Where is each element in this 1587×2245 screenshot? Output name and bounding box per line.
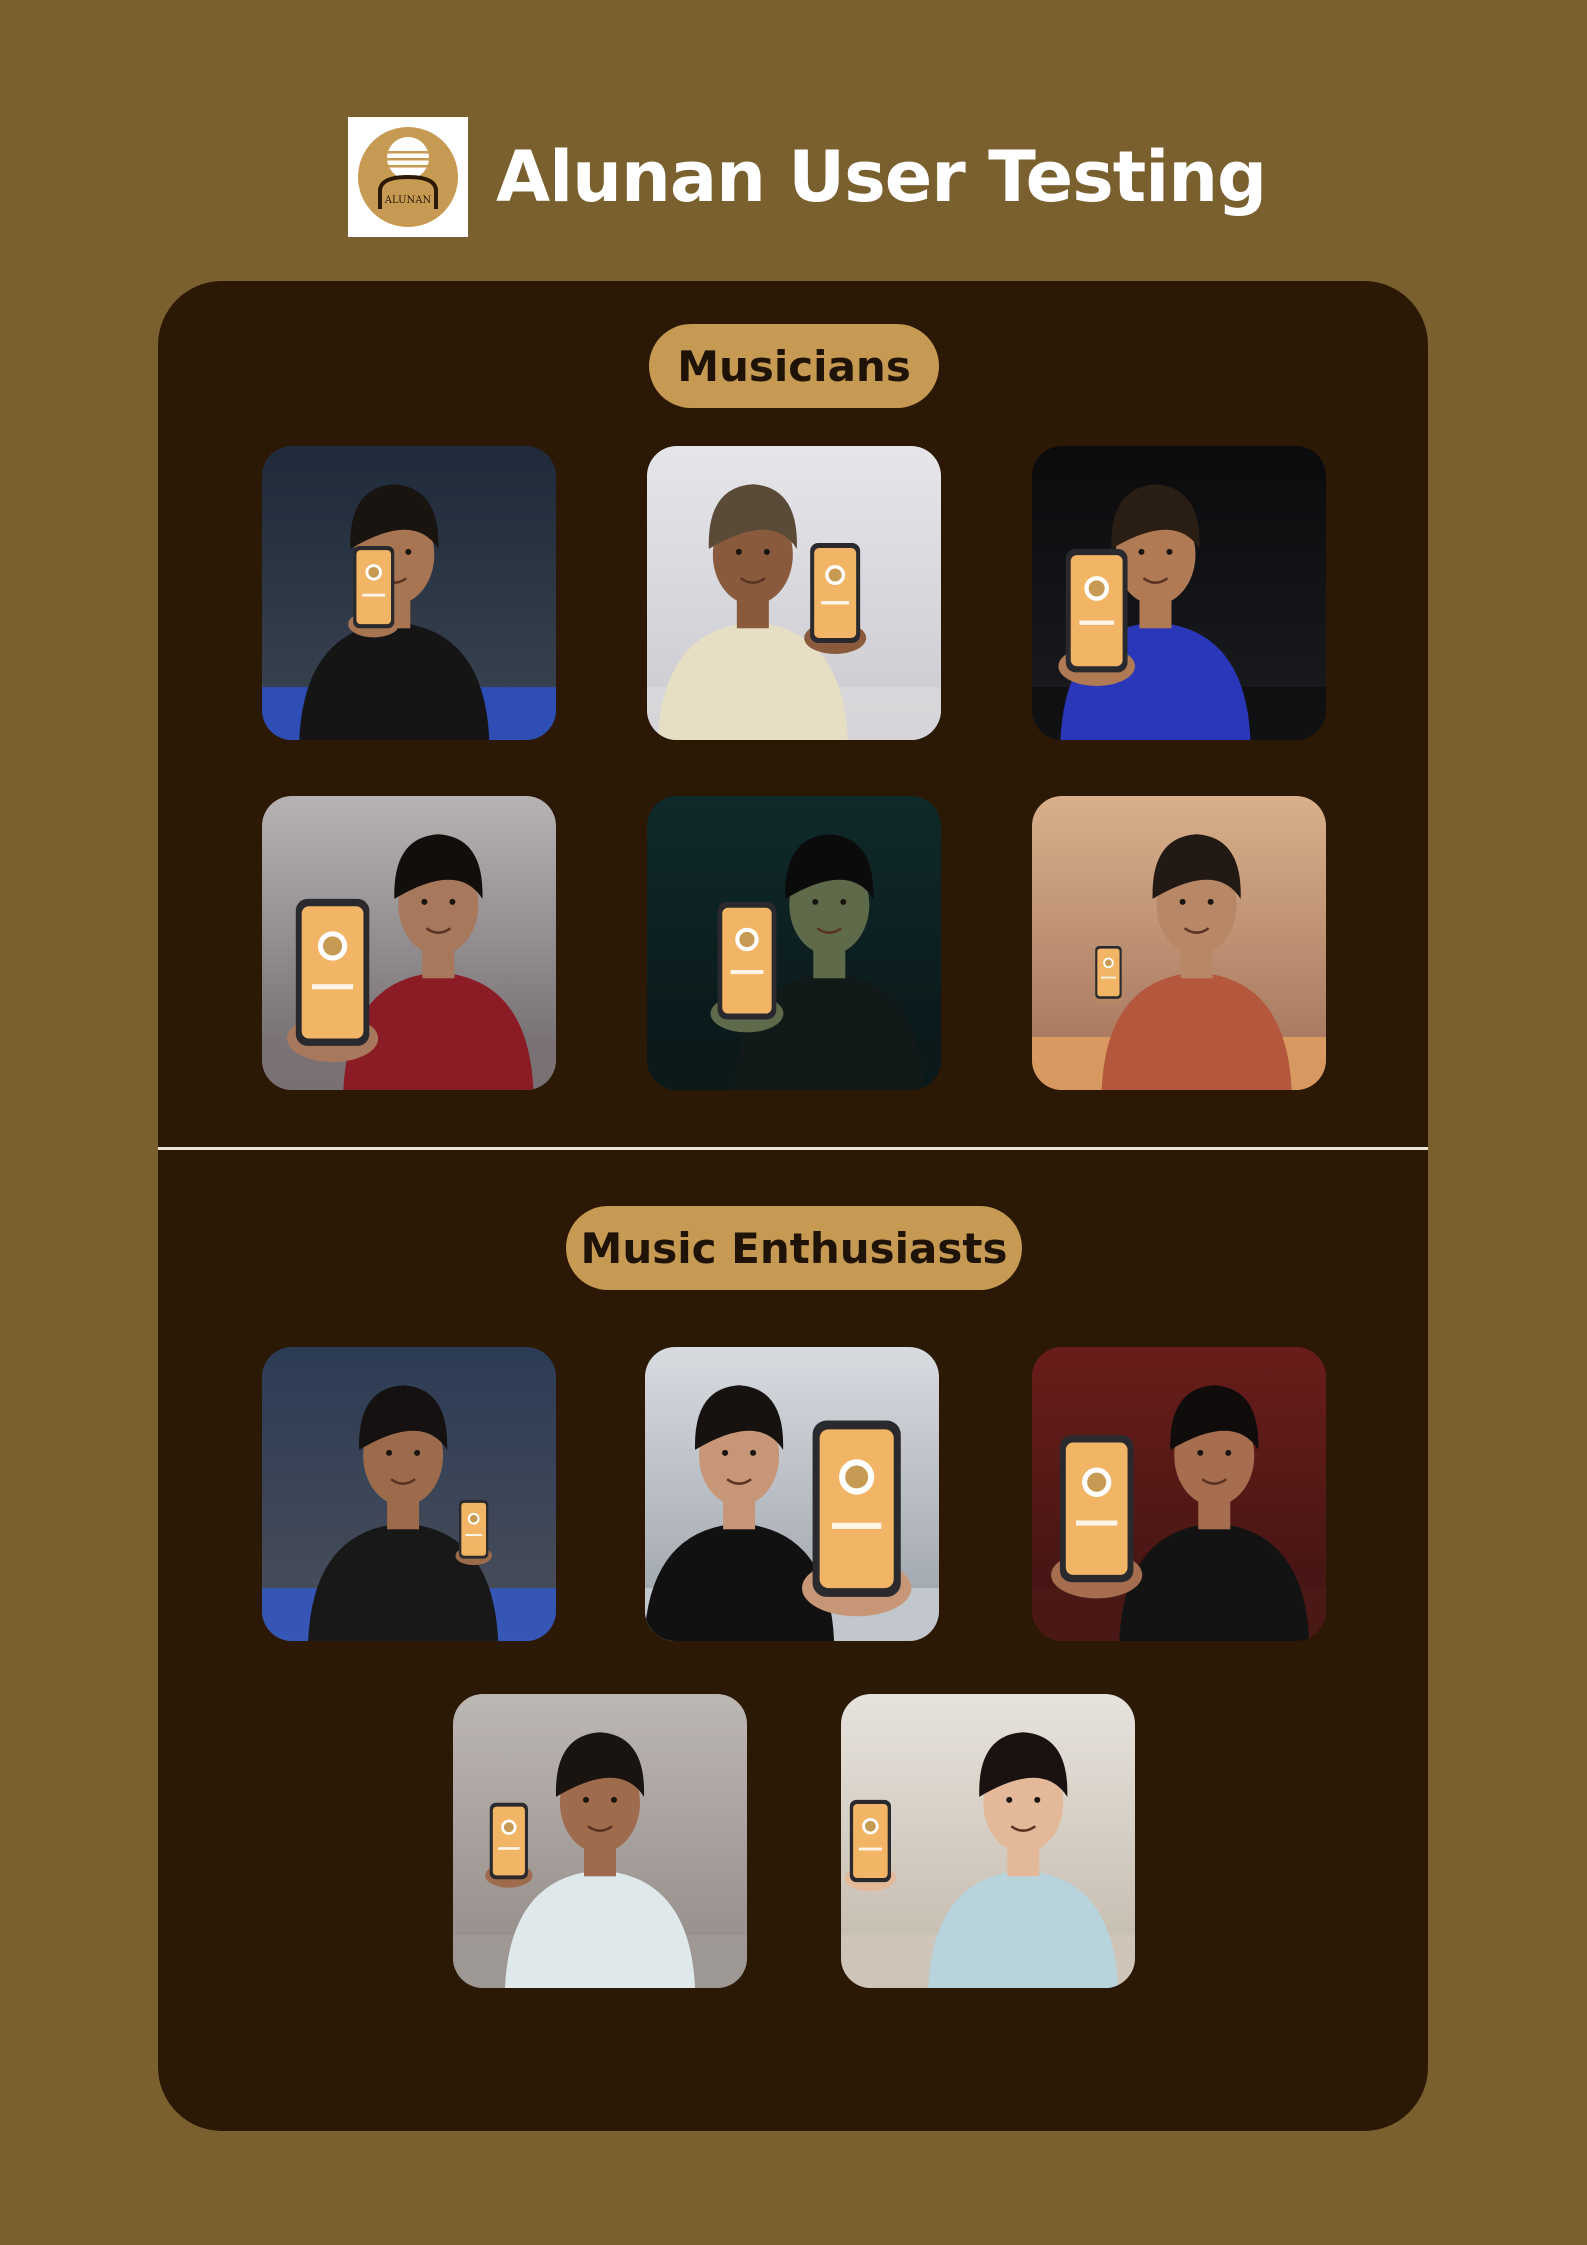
tester-photo [647,446,941,740]
section-label-musicians: Musicians [649,324,939,408]
person-eye [812,898,819,905]
phone-screen [853,1803,888,1879]
person-eye [611,1796,617,1803]
photo-illustration [647,796,941,1090]
person-eye [840,898,847,905]
photo-illustration [1032,796,1326,1090]
photo-illustration [453,1694,747,1988]
person-eye [763,548,770,555]
photo-illustration [1032,1347,1326,1641]
person-eye [414,1449,421,1456]
tester-photo [1032,1347,1326,1641]
photo-illustration [262,796,556,1090]
phone-app-button [821,600,850,605]
phone-app-logo-inner [1105,959,1112,967]
page-title: Alunan User Testing [496,136,1267,218]
phone-app-logo-inner [845,1465,869,1489]
alunan-logo-icon: ALUNAN [358,127,458,227]
tester-photo [1032,796,1326,1090]
phone-app-logo-inner [828,568,842,582]
photo-illustration [1032,446,1326,740]
person-eye [735,548,742,555]
photo-illustration [841,1694,1135,1988]
photo-illustration [645,1347,939,1641]
tester-photo [645,1347,939,1641]
person-eye [722,1449,729,1456]
person-eye [1197,1449,1204,1456]
phone-screen [1097,948,1120,997]
person-eye [1034,1796,1041,1803]
phone-app-button [730,970,764,975]
phone-screen [492,1806,525,1876]
photo-illustration [647,446,941,740]
tester-photo [262,446,556,740]
person-eye [750,1449,757,1456]
phone-screen [1065,1442,1128,1575]
phone-screen [356,550,392,625]
phone-app-button [1076,1520,1118,1526]
section-divider [158,1147,1428,1150]
phone-app-logo-inner [865,1820,876,1832]
person-eye [1166,548,1173,555]
phone-screen [819,1429,894,1589]
person-eye [421,898,428,905]
person-eye [386,1449,393,1456]
phone-app-button [858,1847,882,1851]
photo-illustration [262,446,556,740]
alunan-logo: ALUNAN [348,117,468,237]
phone-app-logo-inner [368,566,380,578]
phone-app-logo-inner [739,931,755,948]
phone-app-button [465,1533,482,1537]
person-eye [449,898,456,905]
tester-photo [453,1694,747,1988]
phone-app-logo-inner [323,936,343,956]
phone-app-button [1101,976,1116,979]
phone-app-logo-inner [1088,580,1105,597]
person-eye [1138,548,1145,555]
tester-photo [262,1347,556,1641]
person-eye [405,548,412,555]
phone-app-logo-inner [503,1822,514,1833]
phone-screen [814,548,857,638]
person-eye [1179,898,1186,905]
person-eye [583,1796,589,1803]
logo-text: ALUNAN [384,195,432,206]
photo-illustration [262,1347,556,1641]
phone-app-logo-inner [469,1514,478,1523]
section-label-music-enthusiasts: Music Enthusiasts [566,1206,1022,1290]
phone-screen [301,906,364,1039]
phone-app-button [362,593,386,597]
tester-photo [1032,446,1326,740]
tester-photo [841,1694,1135,1988]
person-eye [1225,1449,1232,1456]
tester-photo [647,796,941,1090]
phone-app-button [498,1847,520,1850]
testers-panel: Musicians Music Enthusiasts [158,281,1428,2131]
phone-screen [722,907,772,1014]
tester-photo [262,796,556,1090]
phone-app-button [311,984,354,990]
phone-screen [461,1502,487,1556]
phone-app-button [831,1522,882,1529]
person-eye [1207,898,1214,905]
header: ALUNAN Alunan User Testing [348,117,1267,237]
person-eye [1006,1796,1013,1803]
phone-app-logo-inner [1087,1472,1107,1492]
phone-screen [1070,555,1123,667]
phone-app-button [1079,620,1114,625]
